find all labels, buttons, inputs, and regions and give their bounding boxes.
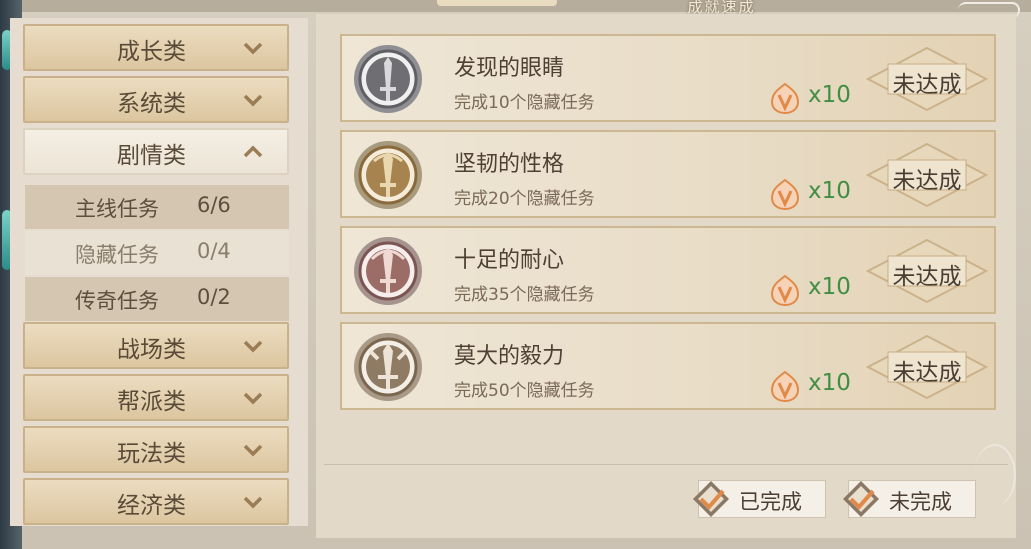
subcategory-progress: 6/6 xyxy=(197,193,231,217)
category-guild[interactable]: 帮派类 xyxy=(23,374,289,421)
status-text: 未达成 xyxy=(892,264,962,290)
achievement-point-icon xyxy=(770,370,800,403)
reward-count: x10 xyxy=(808,82,851,108)
category-label: 玩法类 xyxy=(117,441,186,467)
category-label: 经济类 xyxy=(117,493,186,519)
chevron-up-icon xyxy=(243,145,263,158)
chevron-down-icon xyxy=(243,340,263,353)
status-text: 未达成 xyxy=(892,72,962,98)
subcategory-name: 主线任务 xyxy=(75,197,159,221)
status-badge: 未达成 xyxy=(865,46,989,112)
reward-count: x10 xyxy=(808,274,851,300)
achievement-point-icon xyxy=(770,82,800,115)
category-battlefield[interactable]: 战场类 xyxy=(23,322,289,369)
incomplete-filter-button[interactable]: 未完成 xyxy=(843,480,976,518)
category-economy[interactable]: 经济类 xyxy=(23,478,289,525)
chevron-down-icon xyxy=(243,496,263,509)
rose-sword-medal-icon xyxy=(354,237,422,305)
chevron-down-icon xyxy=(243,42,263,55)
status-text: 未达成 xyxy=(892,360,962,386)
achievement-card[interactable]: 坚韧的性格 完成20个隐藏任务 x10 未达成 xyxy=(340,130,996,218)
checkbox-checked-icon xyxy=(693,481,729,517)
reward-count: x10 xyxy=(808,370,851,396)
completed-filter-button[interactable]: 已完成 xyxy=(693,480,826,518)
reward-count: x10 xyxy=(808,178,851,204)
achievement-description: 完成50个隐藏任务 xyxy=(454,381,595,401)
subcategory-progress: 0/2 xyxy=(197,285,231,309)
category-gameplay[interactable]: 玩法类 xyxy=(23,426,289,473)
category-story[interactable]: 剧情类 xyxy=(23,128,289,175)
status-badge: 未达成 xyxy=(865,334,989,400)
category-sidebar: 成长类 系统类 剧情类 主线任务 6/6 隐藏任务 0/4 传奇任务 0/2 战… xyxy=(10,18,308,526)
status-badge: 未达成 xyxy=(865,142,989,208)
chevron-down-icon xyxy=(243,444,263,457)
category-label: 系统类 xyxy=(117,91,186,117)
checkbox-checked-icon xyxy=(843,481,879,517)
divider xyxy=(324,464,1008,465)
bronze-sword-medal-icon xyxy=(354,333,422,401)
achievement-name: 发现的眼睛 xyxy=(454,56,565,81)
decorative-swirl xyxy=(974,444,1016,506)
chevron-down-icon xyxy=(243,392,263,405)
subcategory-name: 隐藏任务 xyxy=(75,243,159,267)
status-text: 未达成 xyxy=(892,168,962,194)
filter-label: 已完成 xyxy=(739,490,802,514)
achievement-point-icon xyxy=(770,274,800,307)
silver-sword-medal-icon xyxy=(354,45,422,113)
category-label: 战场类 xyxy=(117,337,186,363)
achievement-card[interactable]: 发现的眼睛 完成10个隐藏任务 x10 未达成 xyxy=(340,34,996,122)
achievement-name: 坚韧的性格 xyxy=(454,152,565,177)
subcategory-progress: 0/4 xyxy=(197,239,231,263)
achievement-list-panel: 发现的眼睛 完成10个隐藏任务 x10 未达成 坚韧的性格 完成20个隐藏任务 xyxy=(316,14,1016,538)
achievement-description: 完成35个隐藏任务 xyxy=(454,285,595,305)
achievement-description: 完成20个隐藏任务 xyxy=(454,189,595,209)
achievement-name: 十足的耐心 xyxy=(454,248,565,273)
subcategory-hidden-quest[interactable]: 隐藏任务 0/4 xyxy=(25,231,289,275)
category-system[interactable]: 系统类 xyxy=(23,76,289,123)
achievement-description: 完成10个隐藏任务 xyxy=(454,93,595,113)
gold-sword-medal-icon xyxy=(354,141,422,209)
achievement-point-icon xyxy=(770,178,800,211)
category-growth[interactable]: 成长类 xyxy=(23,24,289,71)
category-label: 帮派类 xyxy=(117,389,186,415)
subcategory-main-quest[interactable]: 主线任务 6/6 xyxy=(25,185,289,229)
chevron-down-icon xyxy=(243,94,263,107)
category-label: 成长类 xyxy=(117,39,186,65)
category-label: 剧情类 xyxy=(117,143,186,169)
achievement-card[interactable]: 莫大的毅力 完成50个隐藏任务 x10 未达成 xyxy=(340,322,996,410)
status-badge: 未达成 xyxy=(865,238,989,304)
achievement-card[interactable]: 十足的耐心 完成35个隐藏任务 x10 未达成 xyxy=(340,226,996,314)
subcategory-name: 传奇任务 xyxy=(75,289,159,313)
subcategory-legend-quest[interactable]: 传奇任务 0/2 xyxy=(25,277,289,321)
filter-label: 未完成 xyxy=(889,490,952,514)
achievement-name: 莫大的毅力 xyxy=(454,344,565,369)
